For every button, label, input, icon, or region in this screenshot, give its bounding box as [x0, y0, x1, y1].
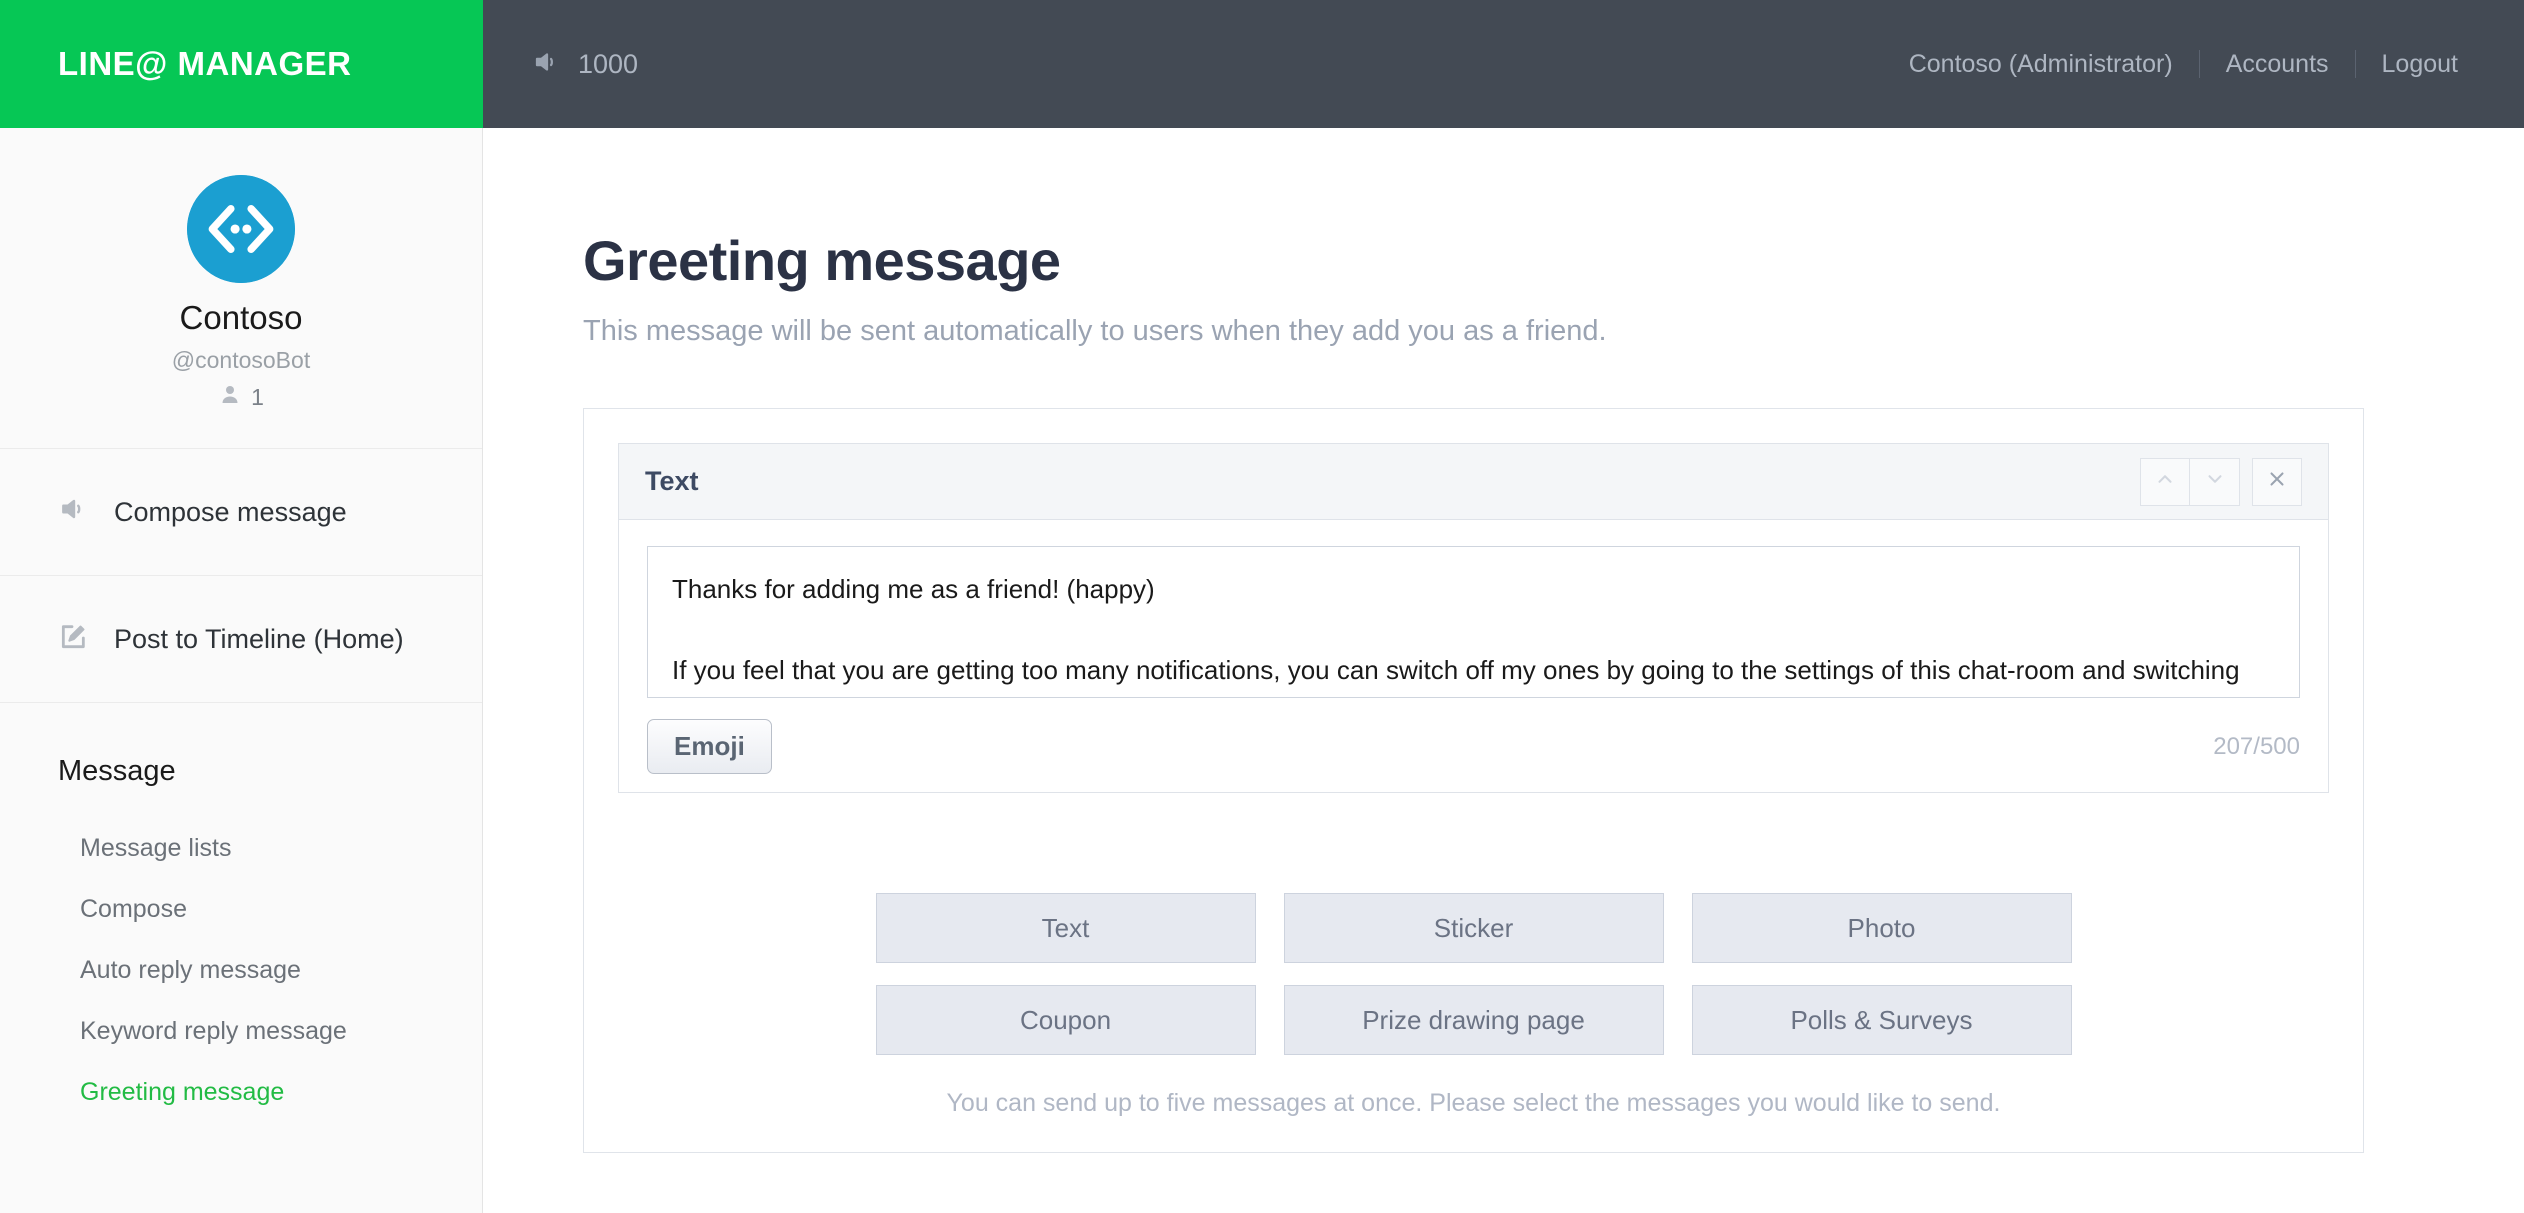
main-content: Greeting message This message will be se…: [483, 128, 2524, 1213]
chevron-down-icon: [2204, 468, 2226, 495]
message-card-footer: Emoji 207/500: [647, 703, 2300, 774]
profile-block: Contoso @contosoBot 1: [0, 128, 482, 449]
topnav-links: Contoso (Administrator) Accounts Logout: [1909, 50, 2458, 79]
chevron-up-icon: [2154, 468, 2176, 495]
top-navigation: 1000 Contoso (Administrator) Accounts Lo…: [483, 0, 2524, 128]
page-body: Contoso @contosoBot 1 Compose message Po…: [0, 128, 2524, 1213]
reorder-button-group: [2140, 457, 2240, 506]
friend-count: 1: [0, 382, 482, 412]
brand-label: LINE@ MANAGER: [58, 45, 352, 82]
edit-square-icon: [58, 620, 90, 659]
speaker-icon: [58, 493, 90, 532]
profile-handle: @contosoBot: [171, 347, 311, 373]
sidebar-main-nav: Compose message Post to Timeline (Home): [0, 449, 482, 703]
accounts-link[interactable]: Accounts: [2200, 50, 2355, 79]
remove-message-button[interactable]: [2252, 457, 2302, 506]
bot-framework-logo-icon: [187, 175, 295, 283]
move-up-button[interactable]: [2140, 457, 2190, 506]
person-icon: [218, 382, 242, 412]
add-photo-button[interactable]: Photo: [1691, 893, 2072, 963]
sidebar-section-message: Message Message lists Compose Auto reply…: [0, 703, 482, 1123]
close-icon: [2266, 468, 2288, 495]
broadcast-count: 1000: [578, 48, 639, 79]
sidebar-section-title: Message: [58, 755, 176, 787]
sidebar-item-compose[interactable]: Compose: [58, 879, 482, 940]
speaker-icon: [532, 47, 562, 82]
account-name-link[interactable]: Contoso (Administrator): [1909, 50, 2199, 79]
message-card-title: Text: [645, 466, 699, 496]
sidebar-item-post-to-timeline[interactable]: Post to Timeline (Home): [0, 576, 482, 703]
message-card-controls: [2140, 457, 2302, 506]
sidebar: Contoso @contosoBot 1 Compose message Po…: [0, 128, 483, 1213]
friend-count-value: 1: [251, 383, 264, 410]
message-card-header: Text: [619, 444, 2328, 520]
sidebar-item-keyword-reply-message[interactable]: Keyword reply message: [58, 1001, 482, 1062]
sidebar-item-label: Compose message: [114, 496, 347, 527]
message-text-input[interactable]: [647, 546, 2300, 698]
top-bar: LINE@ MANAGER 1000 Contoso (Administrato…: [0, 0, 2524, 128]
move-down-button[interactable]: [2190, 457, 2240, 506]
sidebar-item-message-lists[interactable]: Message lists: [58, 818, 482, 879]
message-composer-panel: Text Thanks for adding me as a friend! (…: [583, 408, 2364, 1153]
avatar: [187, 175, 295, 283]
app-root: LINE@ MANAGER 1000 Contoso (Administrato…: [0, 0, 2524, 1213]
sidebar-item-compose-message[interactable]: Compose message: [0, 449, 482, 576]
sidebar-item-auto-reply-message[interactable]: Auto reply message: [58, 940, 482, 1001]
sidebar-item-greeting-message[interactable]: Greeting message: [58, 1062, 482, 1123]
page-subtitle: This message will be sent automatically …: [583, 315, 1607, 347]
logout-link[interactable]: Logout: [2356, 50, 2458, 79]
character-counter: 207/500: [2213, 732, 2300, 760]
broadcast-quota: 1000: [532, 47, 638, 82]
add-polls-surveys-button[interactable]: Polls & Surveys: [1691, 985, 2072, 1055]
add-text-button[interactable]: Text: [875, 893, 1256, 963]
emoji-button[interactable]: Emoji: [647, 719, 772, 774]
brand-logo[interactable]: LINE@ MANAGER: [0, 0, 483, 128]
add-coupon-button[interactable]: Coupon: [875, 985, 1256, 1055]
add-prize-drawing-page-button[interactable]: Prize drawing page: [1283, 985, 1664, 1055]
add-sticker-button[interactable]: Sticker: [1283, 893, 1664, 963]
page-title: Greeting message: [583, 229, 1061, 292]
profile-name: Contoso: [179, 299, 303, 336]
composer-hint: You can send up to five messages at once…: [946, 1089, 2001, 1117]
message-type-buttons: Text Sticker Photo Coupon Prize drawing …: [618, 893, 2329, 1055]
message-card-text: Text Thanks for adding me as a friend! (…: [618, 443, 2329, 793]
message-card-body: Emoji 207/500: [619, 520, 2328, 792]
sidebar-item-label: Post to Timeline (Home): [114, 623, 404, 654]
